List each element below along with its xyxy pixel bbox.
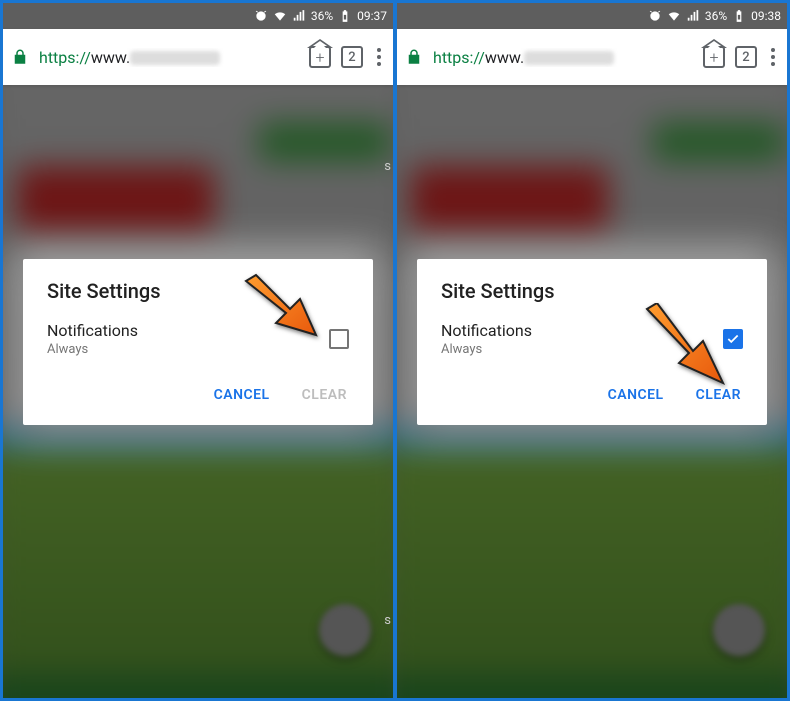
signal-icon	[686, 9, 700, 23]
clear-button[interactable]: CLEAR	[300, 381, 349, 409]
annotation-arrow	[637, 303, 737, 398]
wifi-icon	[667, 9, 681, 23]
browser-url-bar: https://www. + 2	[397, 29, 787, 85]
battery-icon	[338, 9, 352, 23]
alarm-icon	[254, 9, 268, 23]
battery-icon	[732, 9, 746, 23]
notifications-sublabel: Always	[47, 342, 138, 357]
floating-action-button[interactable]	[713, 604, 765, 656]
url-text[interactable]: https://www.	[39, 48, 299, 67]
wifi-icon	[273, 9, 287, 23]
url-protocol: https://	[39, 48, 91, 67]
notifications-sublabel: Always	[441, 342, 532, 357]
home-button[interactable]: +	[309, 46, 331, 68]
home-plus-icon: +	[709, 48, 718, 67]
url-host-prefix: www.	[485, 48, 524, 67]
url-host-prefix: www.	[91, 48, 130, 67]
status-bar: 36% 09:37	[3, 3, 393, 29]
cancel-button[interactable]: CANCEL	[212, 381, 272, 409]
alarm-icon	[648, 9, 662, 23]
url-protocol: https://	[433, 48, 485, 67]
clock-time: 09:37	[357, 9, 387, 23]
screenshot-left: s s 36% 09:37 https://www. + 2 Site Sett…	[3, 3, 393, 698]
floating-action-button[interactable]	[319, 604, 371, 656]
lock-icon	[11, 48, 29, 66]
tab-count: 2	[742, 50, 749, 65]
menu-icon[interactable]	[767, 48, 779, 66]
url-redacted	[130, 51, 220, 65]
url-redacted	[524, 51, 614, 65]
tabs-button[interactable]: 2	[341, 46, 363, 68]
url-text[interactable]: https://www.	[433, 48, 693, 67]
battery-percent: 36%	[705, 9, 727, 23]
tab-count: 2	[348, 50, 355, 65]
battery-percent: 36%	[311, 9, 333, 23]
home-plus-icon: +	[315, 48, 324, 67]
dialog-title: Site Settings	[441, 279, 743, 303]
screenshot-right: 36% 09:38 https://www. + 2 Site Settings…	[397, 3, 787, 698]
home-button[interactable]: +	[703, 46, 725, 68]
clock-time: 09:38	[751, 9, 781, 23]
status-bar: 36% 09:38	[397, 3, 787, 29]
annotation-arrow	[238, 273, 333, 353]
notifications-label: Notifications	[441, 321, 532, 340]
lock-icon	[405, 48, 423, 66]
menu-icon[interactable]	[373, 48, 385, 66]
signal-icon	[292, 9, 306, 23]
tabs-button[interactable]: 2	[735, 46, 757, 68]
browser-url-bar: https://www. + 2	[3, 29, 393, 85]
notifications-label: Notifications	[47, 321, 138, 340]
